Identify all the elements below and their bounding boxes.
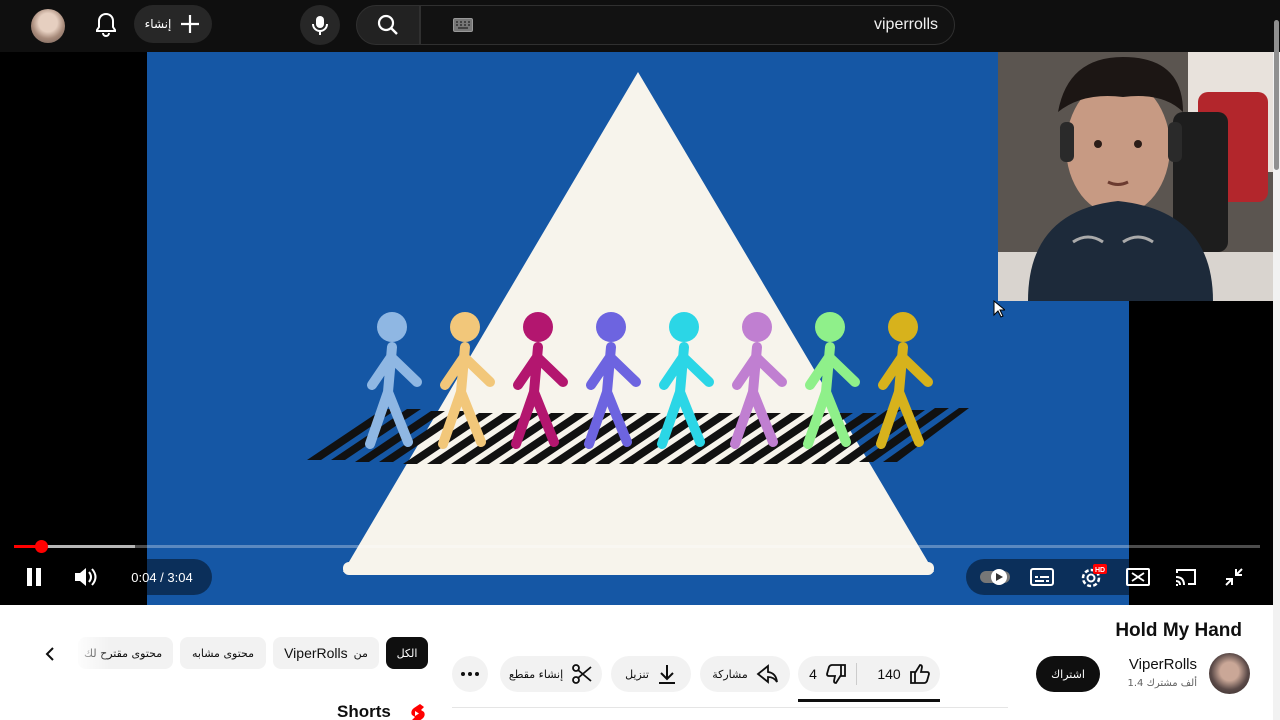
chip-from-channel[interactable]: ViperRolls من [273, 637, 379, 669]
time-display: 0:04 / 3:04 [112, 559, 212, 595]
share-icon [756, 664, 778, 684]
search-icon [377, 14, 398, 35]
chip-from-channel-name: ViperRolls [284, 645, 348, 661]
share-button[interactable]: مشاركة [700, 656, 790, 692]
more-actions-button[interactable] [452, 656, 488, 692]
video-title: Hold My Hand [1115, 620, 1242, 641]
settings-button[interactable]: HD [1074, 559, 1110, 595]
exit-fullscreen-icon [1225, 568, 1243, 586]
autoplay-toggle[interactable] [978, 561, 1012, 593]
chips-fade [70, 636, 110, 672]
volume-icon [75, 568, 97, 586]
mouse-cursor-icon [993, 300, 1005, 318]
theater-mode-icon [1126, 568, 1150, 586]
white-triangle [343, 72, 934, 572]
download-label: تنزيل [625, 667, 649, 681]
page: إنشاء viperrolls 0:04 / 3:04 HD Hold My … [0, 0, 1280, 720]
search-query-text: viperrolls [873, 16, 938, 33]
create-label: إنشاء [144, 17, 172, 31]
clip-button[interactable]: إنشاء مقطع [500, 656, 602, 692]
clip-label: إنشاء مقطع [508, 667, 564, 681]
section-divider [452, 707, 1008, 708]
thumbs-up-icon [909, 664, 930, 684]
keyboard-icon[interactable] [453, 18, 473, 32]
cast-icon [1175, 569, 1196, 586]
subscribe-button[interactable]: اشتراك [1036, 656, 1100, 692]
page-scrollbar-thumb[interactable] [1274, 20, 1279, 170]
chip-all[interactable]: الكل [386, 637, 428, 669]
fullscreen-button[interactable] [1218, 561, 1250, 593]
subtitles-button[interactable] [1026, 561, 1058, 593]
video-content [307, 72, 969, 575]
share-label: مشاركة [712, 667, 748, 681]
more-horizontal-icon [461, 672, 479, 676]
mic-icon [312, 16, 328, 35]
hd-badge: HD [1095, 567, 1105, 574]
notifications-bell-icon[interactable] [90, 9, 122, 41]
webcam-overlay [998, 52, 1273, 301]
dislike-button[interactable]: 4 [800, 656, 856, 692]
create-button[interactable]: إنشاء [134, 5, 212, 43]
progress-scrubber[interactable] [35, 540, 49, 553]
chips-scroll-left-button[interactable] [34, 638, 66, 670]
account-avatar[interactable] [31, 9, 65, 43]
chip-from-prefix: من [353, 646, 368, 660]
video-player[interactable]: 0:04 / 3:04 HD [0, 52, 1273, 605]
volume-button[interactable] [68, 559, 104, 595]
dislike-count: 4 [809, 666, 817, 682]
shorts-heading: Shorts [337, 702, 391, 720]
channel-avatar[interactable] [1209, 653, 1250, 694]
scissors-icon [572, 664, 592, 684]
subtitles-icon [1030, 568, 1054, 586]
theater-mode-button[interactable] [1122, 561, 1154, 593]
plus-icon [181, 15, 200, 33]
search-input[interactable]: viperrolls [420, 5, 955, 45]
shorts-icon [411, 704, 425, 720]
like-divider [856, 663, 857, 685]
like-button[interactable]: 140 [868, 656, 940, 692]
chevron-left-icon [45, 647, 54, 661]
subscriber-count: 1.4 ألف مشترك [1127, 678, 1197, 689]
cast-button[interactable] [1170, 561, 1202, 593]
download-button[interactable]: تنزيل [611, 656, 691, 692]
progress-bar[interactable] [14, 540, 1260, 553]
autoplay-icon [980, 569, 1010, 585]
like-count: 140 [877, 666, 901, 682]
thumbs-down-icon [825, 664, 846, 684]
gear-icon: HD [1081, 564, 1107, 588]
voice-search-button[interactable] [300, 5, 340, 45]
top-bar: إنشاء viperrolls [0, 0, 1280, 52]
chip-related[interactable]: محتوى مشابه [180, 637, 266, 669]
channel-name[interactable]: ViperRolls [1129, 656, 1197, 673]
pause-icon [27, 568, 41, 586]
video-frame[interactable] [147, 52, 1129, 605]
download-icon [658, 665, 675, 684]
pause-button[interactable] [17, 559, 51, 595]
like-underline [798, 699, 940, 702]
search-button[interactable] [356, 5, 420, 45]
